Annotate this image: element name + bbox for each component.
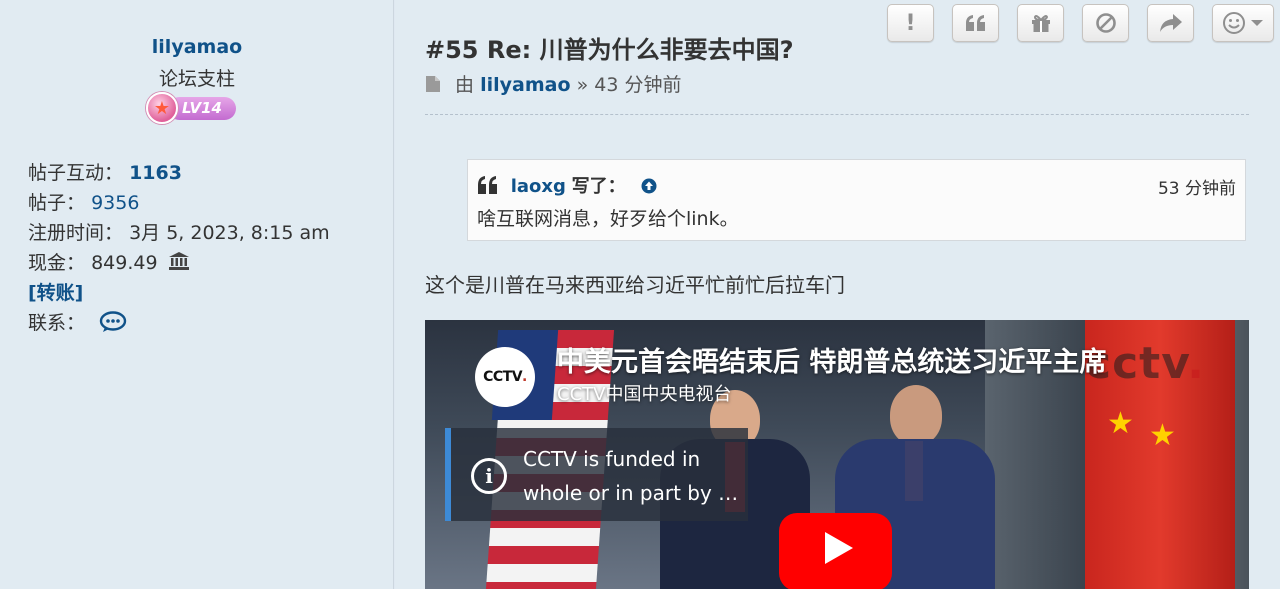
funding-info-text: CCTV is funded in whole or in part by … [523, 447, 739, 505]
gift-button[interactable] [1017, 4, 1064, 42]
post-author[interactable]: lilyamao [480, 74, 570, 96]
chat-icon[interactable] [99, 311, 127, 333]
blue-tie [905, 441, 923, 501]
transfer-link[interactable]: [转账] [28, 282, 83, 304]
post-content: ! #55 Re: 川普为什么非要去中国? 由 lilyamao » 43 分钟… [395, 0, 1280, 589]
quote-icon [965, 15, 985, 31]
profile-transfer: [转账] [28, 278, 83, 305]
funding-info-panel[interactable]: i CCTV is funded in whole or in part by … [445, 428, 748, 521]
cash-label: 现金： [28, 252, 86, 274]
quote-time: 53 分钟前 [1157, 179, 1236, 199]
posts-value[interactable]: 9356 [91, 192, 139, 214]
post-title[interactable]: #55 Re: 川普为什么非要去中国? [425, 30, 794, 65]
arrow-up-circle-icon[interactable] [641, 178, 657, 194]
reaction-button[interactable] [1212, 4, 1274, 42]
flag-star: ★ [1149, 418, 1176, 453]
cash-value: 849.49 [91, 252, 158, 274]
share-icon [1159, 14, 1182, 32]
quote-header: laoxg 写了： [477, 172, 657, 198]
posts-label: 帖子： [28, 192, 86, 214]
bank-icon[interactable] [168, 251, 190, 271]
smiley-icon [1223, 12, 1245, 34]
info-icon: i [471, 458, 507, 494]
quote-text: 啥互联网消息，好歹给个link。 [477, 208, 739, 230]
exclamation-icon: ! [905, 10, 916, 36]
report-button[interactable]: ! [887, 4, 934, 42]
profile-registered: 注册时间： 3月 5, 2023, 8:15 am [28, 218, 330, 245]
interactions-value[interactable]: 1163 [129, 162, 182, 184]
profile-contact: 联系： [28, 308, 127, 335]
contact-label: 联系： [28, 312, 86, 334]
post-time: 43 分钟前 [594, 74, 682, 96]
profile-interactions: 帖子互动： 1163 [28, 158, 182, 185]
document-icon[interactable] [425, 75, 441, 93]
video-channel[interactable]: CCTV中国中央电视台 [557, 380, 731, 406]
author-profile-panel: lilyamao 论坛支柱 LV14 ★ 帖子互动： 1163 帖子： 9356… [0, 0, 394, 589]
play-button[interactable] [779, 513, 892, 589]
level-badge-label: LV14 [168, 97, 236, 120]
star-icon: ★ [146, 92, 178, 124]
person-head [890, 385, 942, 445]
video-embed[interactable]: ★ ★ cctv. CCTV. 中美元首会晤结束后 特朗普总统送习近平主席 CC… [425, 320, 1249, 589]
channel-logo[interactable]: CCTV. [475, 347, 535, 407]
quote-icon [478, 176, 497, 194]
gift-icon [1031, 15, 1050, 32]
post-byline: 由 lilyamao » 43 分钟前 [425, 70, 681, 97]
divider [425, 114, 1249, 115]
logo-text: CCTV [483, 369, 523, 385]
profile-posts: 帖子： 9356 [28, 188, 139, 215]
quote-block: laoxg 写了： 53 分钟前 啥互联网消息，好歹给个link。 [467, 159, 1246, 241]
profile-username[interactable]: lilyamao [0, 36, 394, 58]
flag-star: ★ [1107, 406, 1134, 441]
byline-separator: » [576, 74, 589, 96]
post-toolbar: ! [887, 4, 1274, 42]
quote-wrote-label: 写了： [571, 176, 626, 197]
profile-rank: 论坛支柱 [158, 68, 235, 90]
forum-post-page: lilyamao 论坛支柱 LV14 ★ 帖子互动： 1163 帖子： 9356… [0, 0, 1280, 589]
post-body: 这个是川普在马来西亚给习近平忙前忙后拉车门 [425, 273, 845, 297]
registered-label: 注册时间： [28, 222, 124, 244]
ban-icon [1095, 13, 1116, 33]
share-button[interactable] [1147, 4, 1194, 42]
quote-button[interactable] [952, 4, 999, 42]
registered-value: 3月 5, 2023, 8:15 am [129, 222, 330, 244]
quote-author[interactable]: laoxg [511, 176, 566, 197]
chevron-down-icon [1251, 20, 1263, 26]
play-icon [824, 532, 853, 564]
by-label: 由 [455, 74, 475, 96]
block-button[interactable] [1082, 4, 1129, 42]
video-title[interactable]: 中美元首会晤结束后 特朗普总统送习近平主席 [557, 340, 1106, 379]
profile-cash: 现金： 849.49 [28, 248, 190, 275]
interactions-label: 帖子互动： [28, 162, 124, 184]
level-badge: LV14 ★ [146, 92, 238, 124]
